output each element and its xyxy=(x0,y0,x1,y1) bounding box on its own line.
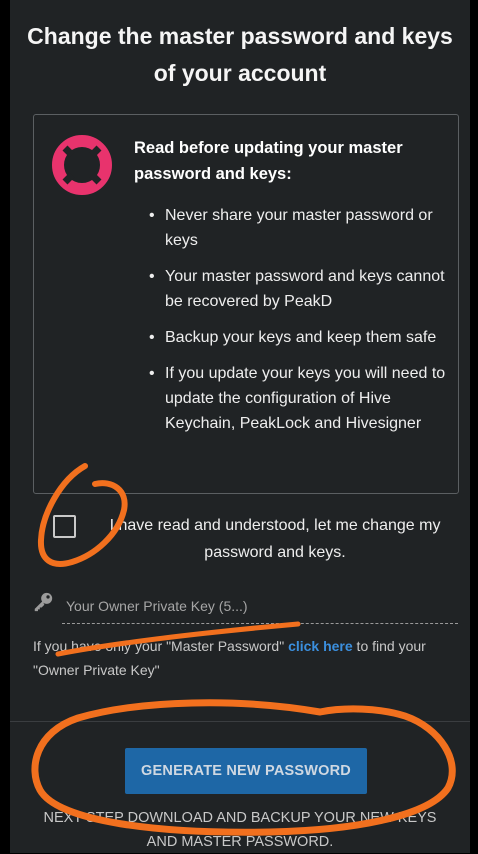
key-icon xyxy=(34,592,53,612)
next-step-note: NEXT STEP DOWNLOAD AND BACKUP YOUR NEW K… xyxy=(43,810,437,850)
notice-item: Backup your keys and keep them safe xyxy=(149,325,449,350)
notice-item: If you update your keys you will need to… xyxy=(149,361,449,436)
notice-item: Your master password and keys cannot be … xyxy=(149,264,449,314)
divider xyxy=(10,721,470,722)
screen: Change the master password and keys of y… xyxy=(0,0,478,853)
generate-new-password-button[interactable]: GENERATE NEW PASSWORD xyxy=(125,748,367,794)
owner-private-key-input[interactable] xyxy=(62,588,458,624)
confirm-label[interactable]: I have read and understood, let me chang… xyxy=(90,512,460,566)
notice-item: Never share your master password or keys xyxy=(149,203,449,253)
lifebuoy-icon xyxy=(52,135,112,195)
click-here-link[interactable]: click here xyxy=(288,638,353,654)
hint-text-before: If you have only your "Master Password" xyxy=(33,638,289,654)
confirm-checkbox[interactable] xyxy=(53,515,76,538)
master-password-hint: If you have only your "Master Password" … xyxy=(33,634,458,682)
change-password-panel: Change the master password and keys of y… xyxy=(10,0,470,853)
page-title: Change the master password and keys of y… xyxy=(27,23,453,86)
notice-list: Never share your master password or keys… xyxy=(149,203,449,447)
notice-title: Read before updating your master passwor… xyxy=(134,139,403,183)
notice-box: Read before updating your master passwor… xyxy=(33,114,459,494)
